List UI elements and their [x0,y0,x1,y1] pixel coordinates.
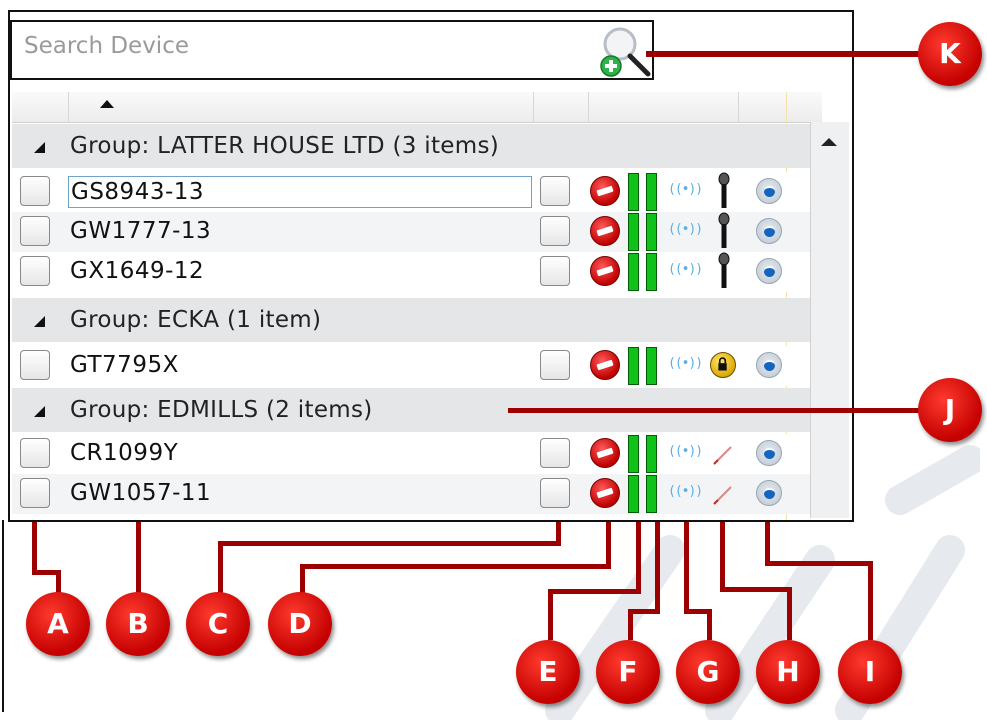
select-checkbox[interactable] [20,350,50,380]
wireless-icon: ((•)) [668,262,703,277]
callout-line-d [300,564,611,569]
option-checkbox[interactable] [540,256,570,286]
device-row[interactable]: GS8943-13 ((•)) [12,172,810,212]
watermark [545,445,980,720]
device-name[interactable]: GW1777-13 [68,216,532,248]
group-label: Group: ECKA (1 item) [70,307,322,333]
lock-icon [710,352,736,378]
select-checkbox[interactable] [20,216,50,246]
no-entry-icon[interactable] [590,176,620,206]
callout-line-e [548,589,641,594]
callout-d: D [268,592,332,656]
device-name[interactable]: GX1649-12 [68,256,532,288]
callout-line-f [655,522,660,614]
callout-b: B [106,592,170,656]
option-checkbox[interactable] [540,216,570,246]
callout-line-i [765,522,770,566]
select-checkbox[interactable] [20,256,50,286]
select-checkbox[interactable] [20,438,50,468]
callout-line-h [720,587,792,592]
power-icon[interactable] [756,352,782,378]
signal-bar-icon [646,173,657,211]
callout-line-f [628,609,633,640]
callout-line-a [32,522,37,574]
search-input[interactable] [22,30,586,62]
column-header-row [12,92,822,123]
device-name[interactable]: GW1057-11 [68,478,532,510]
no-entry-icon[interactable] [590,350,620,380]
microphone-icon [718,172,730,208]
signal-bar-icon [628,213,639,251]
frame-edge [2,520,4,712]
device-row[interactable]: GW1777-13 ((•)) [12,212,810,252]
signal-bar-icon [646,253,657,291]
callout-line-e [548,589,553,640]
group-header[interactable]: Group: LATTER HOUSE LTD (3 items) [12,124,810,168]
scroll-up-arrow-icon[interactable] [821,138,837,146]
search-box [10,20,654,80]
callout-line-g [707,609,712,640]
wireless-icon: ((•)) [668,222,703,237]
group-header[interactable]: Group: ECKA (1 item) [12,298,810,342]
option-checkbox[interactable] [540,350,570,380]
callout-h: H [756,640,820,704]
power-icon[interactable] [756,258,782,284]
power-icon[interactable] [756,218,782,244]
callout-line-c [218,541,561,546]
device-row[interactable]: GX1649-12 ((•)) [12,252,810,292]
callout-g: G [676,640,740,704]
callout-a: A [26,592,90,656]
collapse-triangle-icon[interactable] [34,406,45,417]
callout-line-g [684,522,689,614]
callout-line-b [136,522,141,600]
callout-line-h [720,522,725,592]
add-search-icon[interactable] [594,24,652,78]
device-name[interactable]: GS8943-13 [68,176,532,208]
sort-ascending-icon[interactable] [100,100,114,108]
padlock-icon [718,357,727,371]
microphone-icon [718,252,730,288]
signal-bar-icon [646,347,657,385]
callout-e: E [516,640,580,704]
callout-j: J [918,378,982,442]
collapse-triangle-icon[interactable] [34,316,45,327]
device-name[interactable]: CR1099Y [68,438,532,470]
column-divider [738,92,739,122]
select-checkbox[interactable] [20,176,50,206]
column-divider [533,92,534,122]
no-entry-icon[interactable] [590,216,620,246]
collapse-triangle-icon[interactable] [34,142,45,153]
callout-line-h [787,587,792,640]
wireless-icon: ((•)) [668,356,703,371]
callout-i: I [838,640,902,704]
callout-f: F [596,640,660,704]
device-row[interactable]: GT7795X ((•)) [12,346,810,386]
callout-c: C [186,592,250,656]
power-icon[interactable] [756,178,782,204]
signal-bar-icon [628,347,639,385]
group-label: Group: EDMILLS (2 items) [70,397,373,423]
callout-line-k [646,51,922,57]
no-entry-icon[interactable] [590,256,620,286]
callout-line-i [765,561,873,566]
select-checkbox[interactable] [20,478,50,508]
signal-bar-icon [628,173,639,211]
group-label: Group: LATTER HOUSE LTD (3 items) [70,133,500,159]
option-checkbox[interactable] [540,176,570,206]
callout-line-e [636,522,641,594]
device-name[interactable]: GT7795X [68,350,532,382]
signal-bar-icon [628,253,639,291]
column-divider [588,92,589,122]
column-divider [68,92,69,122]
wireless-icon: ((•)) [668,182,703,197]
callout-k: K [918,22,982,86]
microphone-icon [718,212,730,248]
callout-line-i [868,561,873,640]
callout-line-d [606,522,611,569]
signal-bar-icon [646,213,657,251]
callout-line-j [508,408,922,413]
